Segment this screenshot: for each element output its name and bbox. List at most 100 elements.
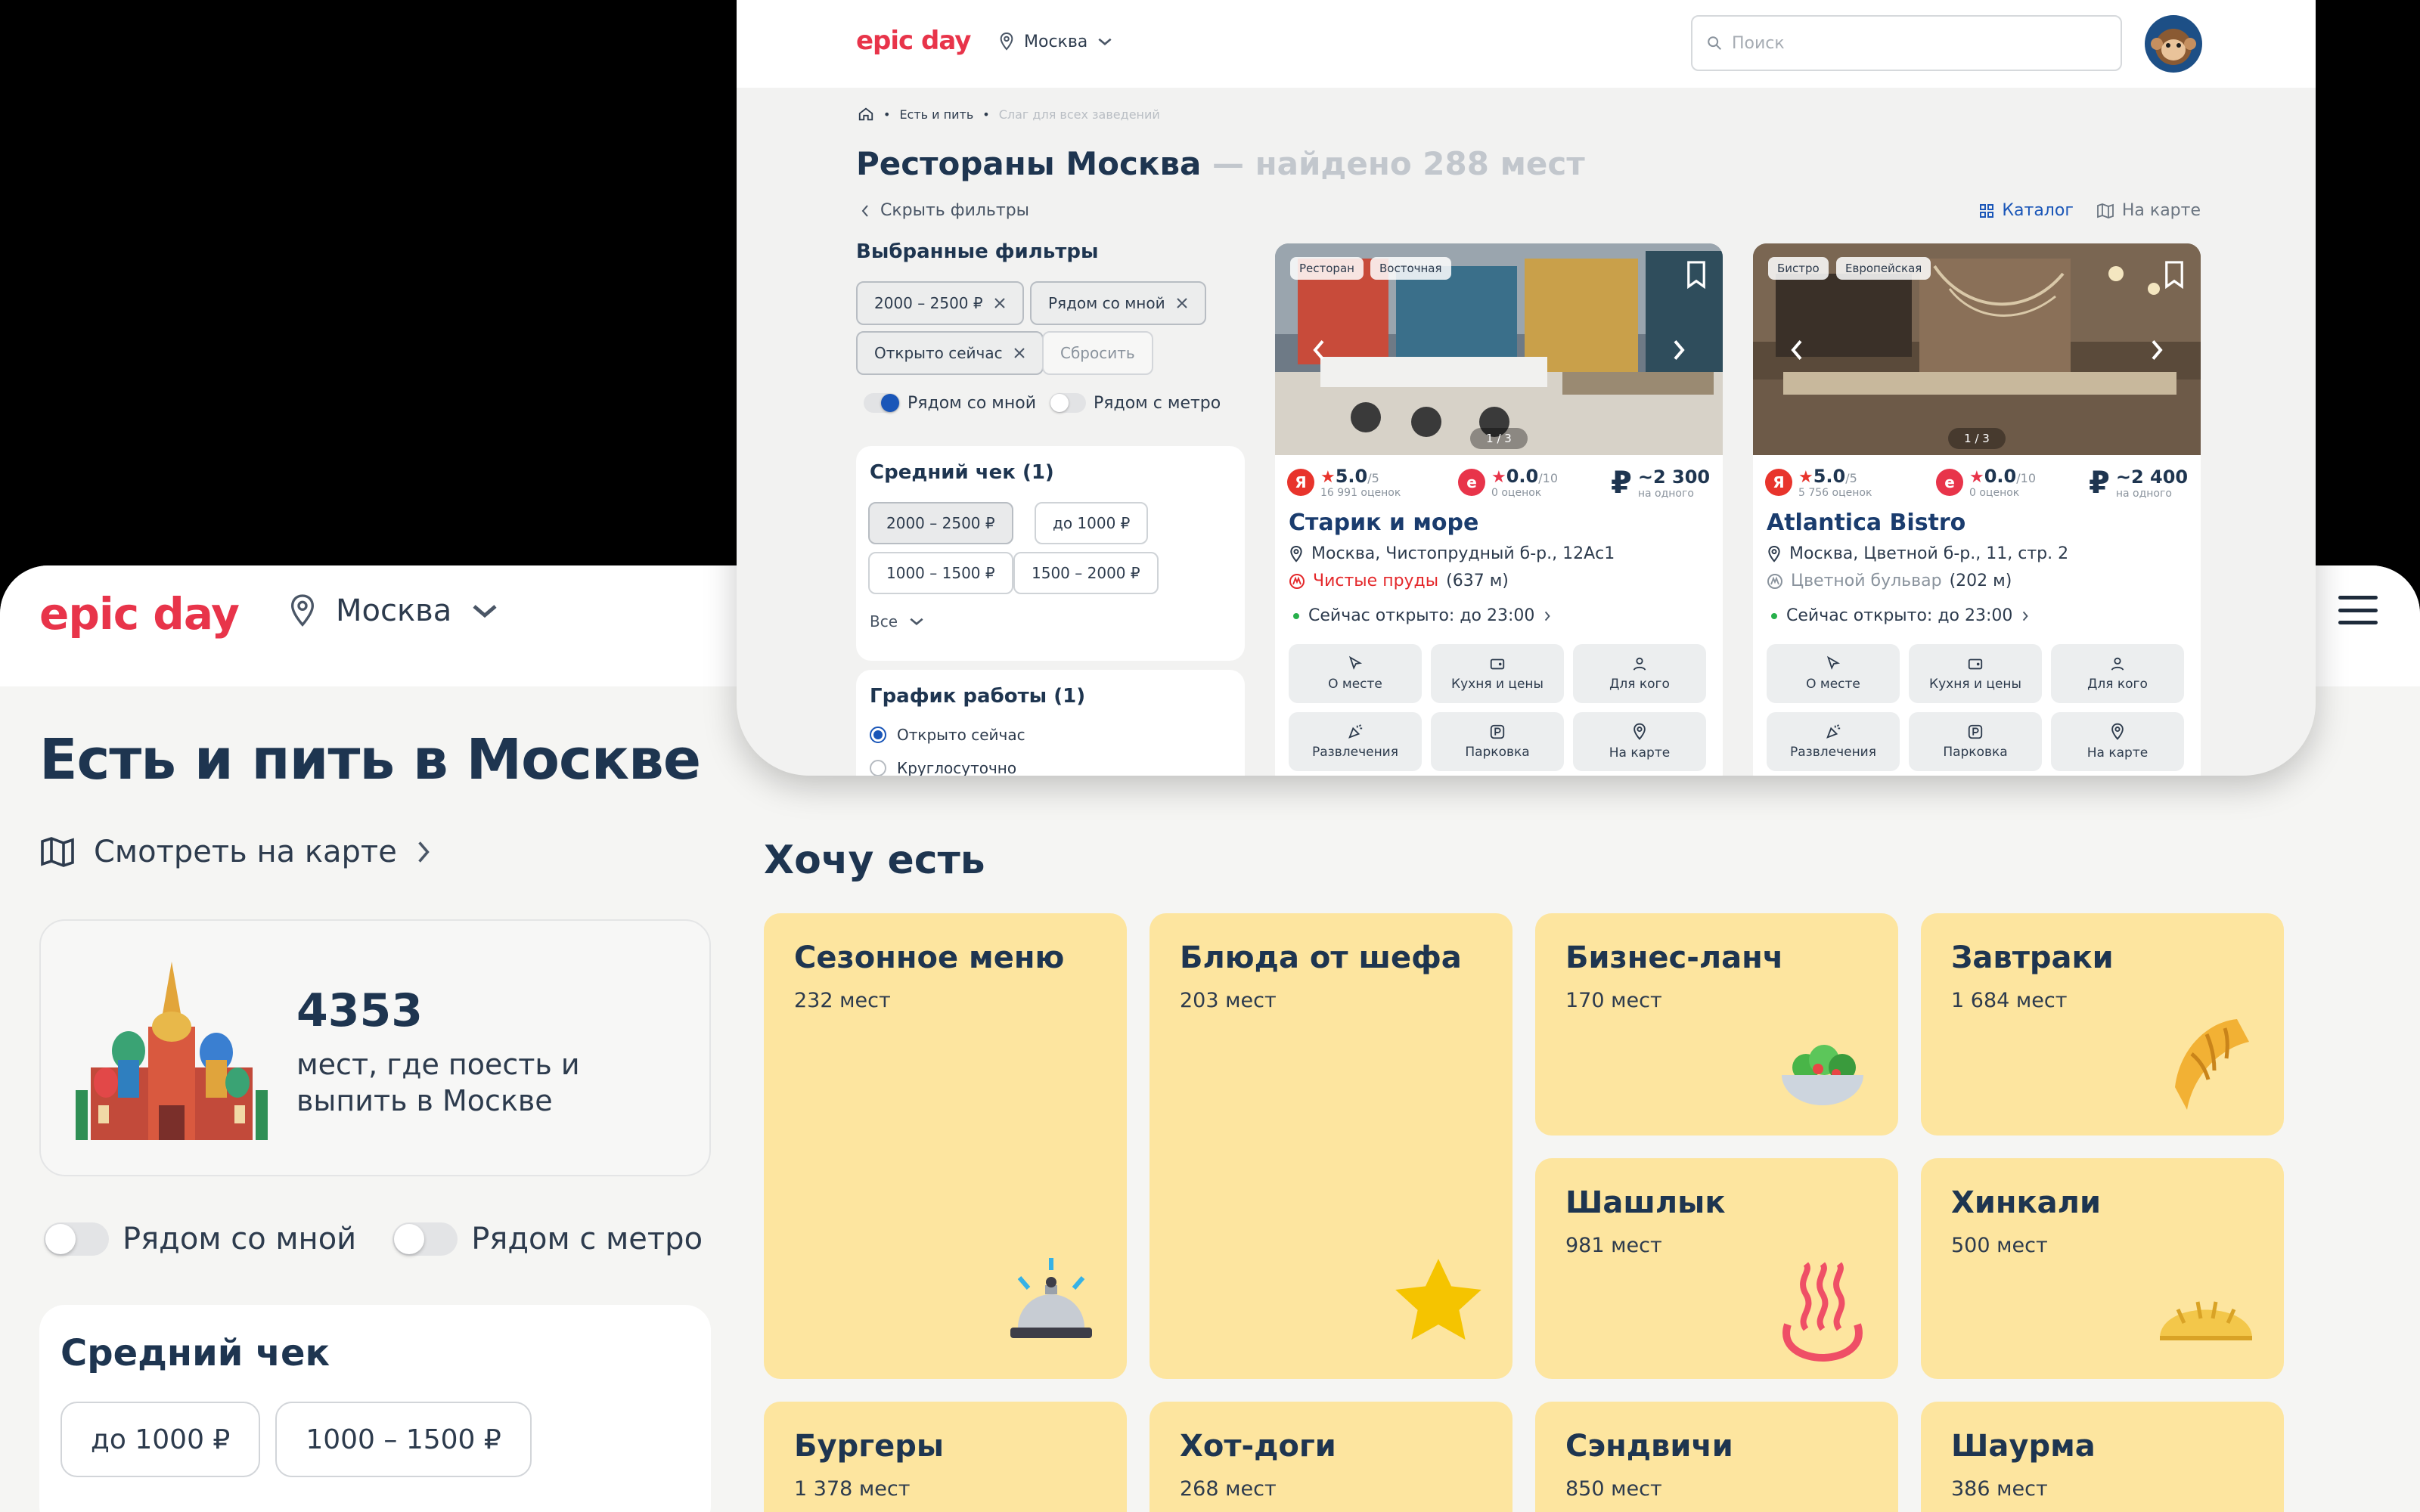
schedule-filter: График работы (1) Открыто сейчас Круглос… (856, 670, 1245, 776)
price: ₽ ~2 300 на одного (1611, 466, 1711, 500)
tile-count: 268 мест (1180, 1477, 1277, 1501)
restaurant-card[interactable]: Бистро Европейская 1 / 3 Я ★5.0/5 5 756 о… (1753, 243, 2201, 776)
entertainment-button[interactable]: Развлечения (1767, 712, 1900, 771)
category-tile[interactable]: Сезонное меню 232 мест (764, 913, 1127, 1379)
restaurant-card[interactable]: Ресторан Восточная 1 / 3 Я ★5.0/5 16 991 … (1275, 243, 1723, 776)
photo-counter: 1 / 3 (1470, 428, 1528, 449)
chevron-left-icon[interactable] (1789, 337, 1804, 363)
tile-name: Блюда от шефа (1180, 940, 1462, 975)
category-tile[interactable]: Сэндвичи 850 мест (1535, 1402, 1898, 1512)
open-status[interactable]: Сейчас открыто: до 23:00 (1293, 606, 1551, 625)
home-icon[interactable] (858, 106, 874, 122)
open-status[interactable]: Сейчас открыто: до 23:00 (1771, 606, 2029, 625)
about-button[interactable]: О месте (1289, 644, 1422, 703)
schedule-option[interactable]: Круглосуточно (870, 759, 1016, 776)
chevron-down-icon (1098, 38, 1112, 46)
category-tile[interactable]: Шаурма 386 мест (1921, 1402, 2284, 1512)
avatar[interactable] (2145, 15, 2202, 73)
bookmark-icon[interactable] (1685, 260, 1708, 289)
star-icon (1395, 1259, 1481, 1340)
parking-button[interactable]: Парковка (1909, 712, 2042, 771)
epic-logo-icon: e (1936, 469, 1963, 496)
breadcrumb-item[interactable]: Есть и пить (899, 107, 973, 122)
search-icon (1708, 36, 1721, 50)
city-selector[interactable]: Москва (998, 32, 1113, 51)
city-selector[interactable]: Москва (287, 593, 500, 629)
category-tile[interactable]: Блюда от шефа 203 мест (1150, 913, 1512, 1379)
map-link-label: Смотреть на карте (94, 835, 397, 869)
restaurant-name[interactable]: Atlantica Bistro (1767, 510, 1965, 536)
epic-rating: e ★0.0/10 0 оценок (1458, 466, 1558, 499)
check-chip[interactable]: 1000 – 1500 ₽ (275, 1402, 532, 1477)
parking-button[interactable]: Парковка (1431, 712, 1564, 771)
check-chip[interactable]: 1000 – 1500 ₽ (868, 552, 1013, 594)
toggle-near-me[interactable]: Рядом со мной (864, 393, 1036, 413)
restaurant-name[interactable]: Старик и море (1289, 510, 1478, 536)
view-map-tab[interactable]: На карте (2096, 201, 2201, 220)
tile-count: 170 мест (1565, 989, 1662, 1012)
menu-icon[interactable] (2338, 596, 2378, 624)
map-link[interactable]: Смотреть на карте (39, 835, 432, 869)
show-all-button[interactable]: Все (870, 612, 925, 631)
category-tile[interactable]: Шашлык 981 мест (1535, 1158, 1898, 1379)
category-tile[interactable]: Хинкали 500 мест (1921, 1158, 2284, 1379)
reset-filters-button[interactable]: Сбросить (1042, 331, 1153, 375)
radio[interactable] (870, 760, 886, 776)
hide-filters-button[interactable]: Скрыть фильтры (861, 201, 1029, 220)
close-icon[interactable] (1176, 297, 1188, 309)
view-catalog-tab[interactable]: Каталог (1979, 201, 2074, 220)
category-tile[interactable]: Хот-доги 268 мест (1150, 1402, 1512, 1512)
location-pin-icon (2111, 723, 2124, 740)
photo-counter: 1 / 3 (1948, 428, 2006, 449)
entertainment-button[interactable]: Развлечения (1289, 712, 1422, 771)
bookmark-icon[interactable] (2163, 260, 2186, 289)
schedule-option[interactable]: Открыто сейчас (870, 726, 1025, 744)
selected-filter-chip[interactable]: Рядом со мной (1030, 281, 1206, 325)
cuisine-button[interactable]: Кухня и цены (1909, 644, 2042, 703)
check-chip[interactable]: до 1000 ₽ (1035, 502, 1149, 544)
toggle-near-metro[interactable]: Рядом с метро (392, 1222, 703, 1256)
breadcrumb-current: Слаг для всех заведений (998, 107, 1160, 122)
avg-check-filter: Средний чек до 1000 ₽ 1000 – 1500 ₽ (39, 1305, 711, 1512)
location-pin-icon (1634, 723, 1646, 740)
audience-button[interactable]: Для кого (1573, 644, 1706, 703)
dumpling-icon (2160, 1301, 2252, 1340)
location-pin-icon (1290, 545, 1302, 562)
places-count: 4353 (296, 984, 423, 1037)
about-button[interactable]: О месте (1767, 644, 1900, 703)
tile-name: Шашлык (1565, 1185, 1726, 1220)
restaurant-photo[interactable]: Бистро Европейская 1 / 3 (1753, 243, 2201, 455)
check-chip[interactable]: 2000 – 2500 ₽ (868, 502, 1013, 544)
close-icon[interactable] (994, 297, 1006, 309)
tile-name: Сезонное меню (794, 940, 1065, 975)
restaurant-photo[interactable]: Ресторан Восточная 1 / 3 (1275, 243, 1723, 455)
found-count: — найдено 288 мест (1212, 145, 1585, 182)
audience-button[interactable]: Для кого (2051, 644, 2184, 703)
party-icon (1348, 724, 1363, 739)
cuisine-button[interactable]: Кухня и цены (1431, 644, 1564, 703)
on-map-button[interactable]: На карте (1573, 712, 1706, 771)
check-chip[interactable]: 1500 – 2000 ₽ (1013, 552, 1159, 594)
close-icon[interactable] (1013, 347, 1025, 359)
chevron-left-icon[interactable] (1311, 337, 1326, 363)
selected-filter-chip[interactable]: Открыто сейчас (856, 331, 1044, 375)
kremlin-cathedral-illustration (76, 962, 268, 1140)
chevron-right-icon[interactable] (1671, 337, 1686, 363)
category-tile[interactable]: Завтраки 1 684 мест (1921, 913, 2284, 1136)
check-chip[interactable]: до 1000 ₽ (60, 1402, 261, 1477)
logo[interactable]: epic day (39, 588, 240, 640)
logo[interactable]: epic day (856, 26, 971, 56)
toggle-near-metro[interactable]: Рядом с метро (1050, 393, 1221, 413)
tile-name: Сэндвичи (1565, 1429, 1733, 1464)
radio[interactable] (870, 727, 886, 743)
on-map-button[interactable]: На карте (2051, 712, 2184, 771)
price: ₽ ~2 400 на одного (2089, 466, 2189, 500)
toggle-near-me[interactable]: Рядом со мной (44, 1222, 356, 1256)
category-tile[interactable]: Бургеры 1 378 мест (764, 1402, 1127, 1512)
page-title: Рестораны Москва — найдено 288 мест (856, 145, 1585, 182)
avg-check-filter: Средний чек (1) 2000 – 2500 ₽ до 1000 ₽ … (856, 446, 1245, 661)
search-input[interactable]: Поиск (1691, 15, 2122, 71)
category-tile[interactable]: Бизнес-ланч 170 мест (1535, 913, 1898, 1136)
selected-filter-chip[interactable]: 2000 – 2500 ₽ (856, 281, 1024, 325)
chevron-right-icon[interactable] (2149, 337, 2164, 363)
